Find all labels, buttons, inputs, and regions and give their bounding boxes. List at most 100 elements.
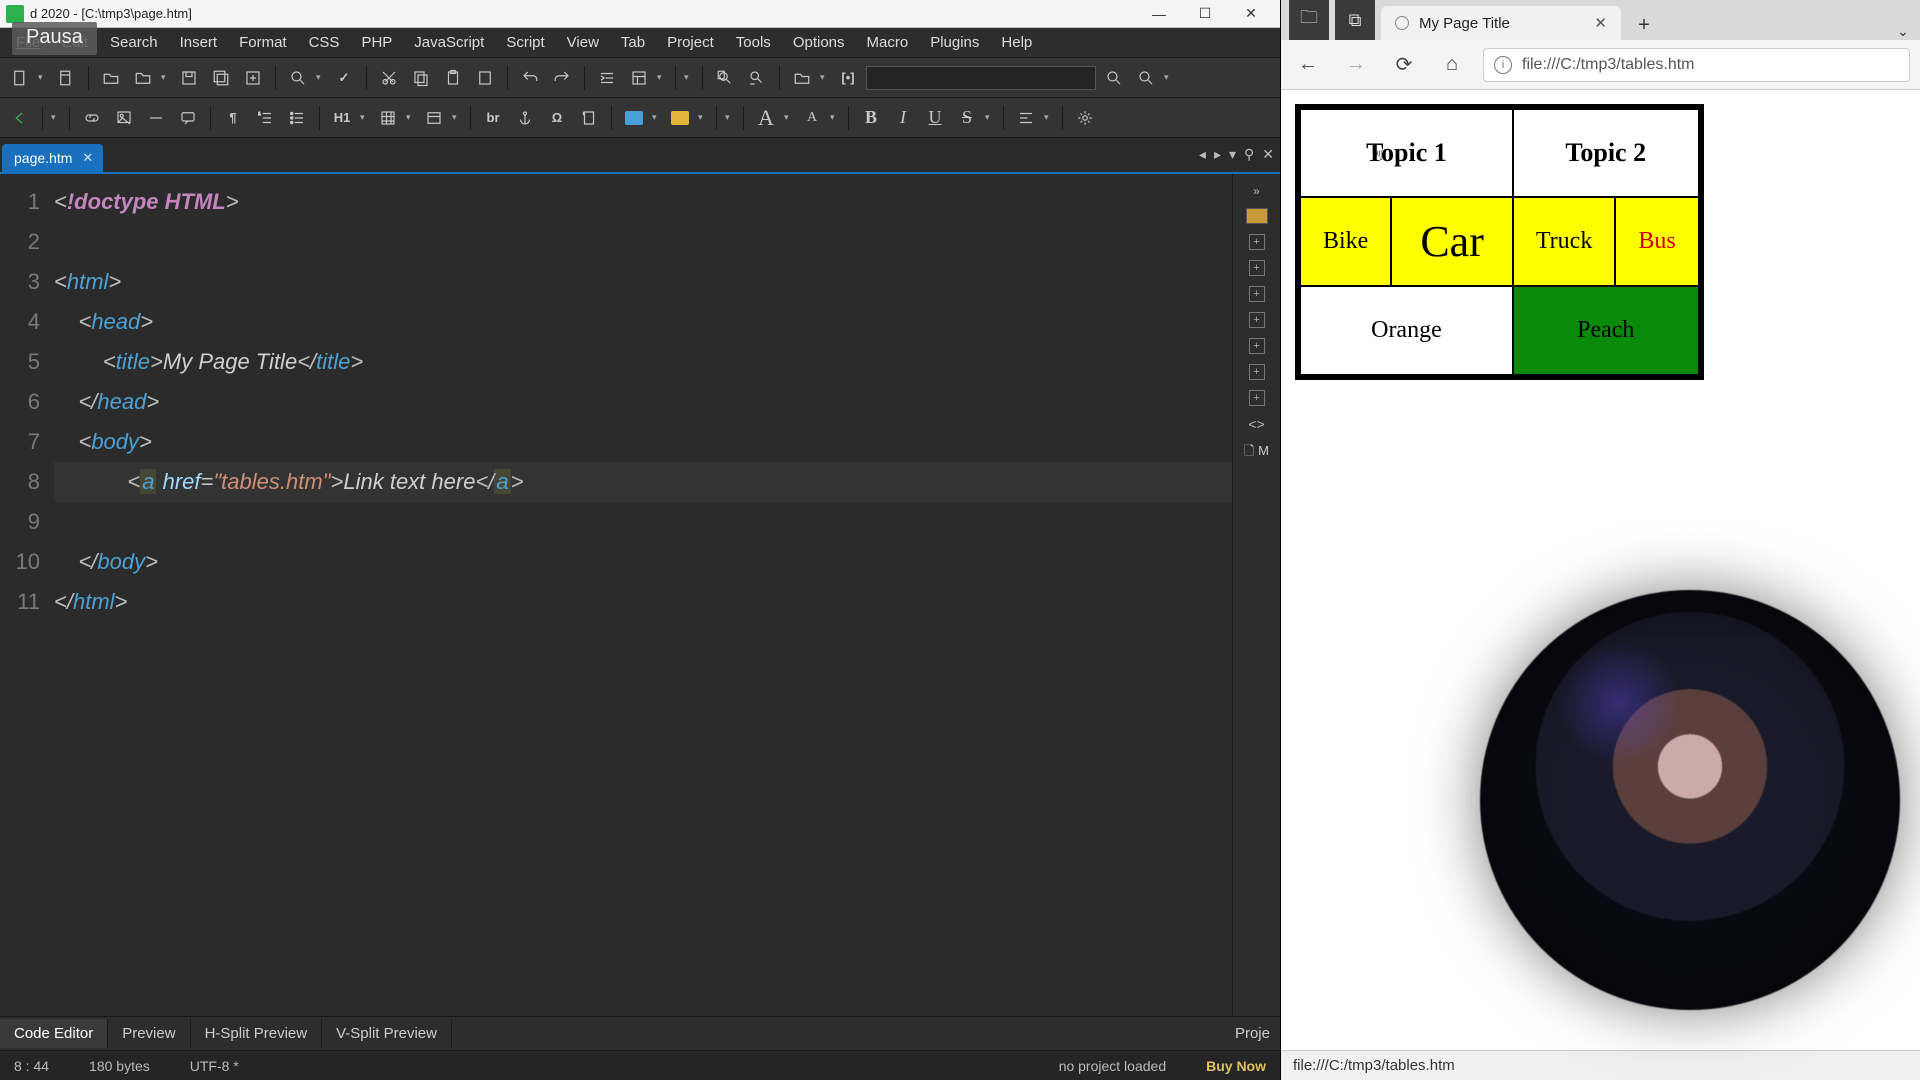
redo-button[interactable] (548, 64, 576, 92)
insert-comment-button[interactable] (174, 104, 202, 132)
bracket-button[interactable]: [•] (834, 64, 862, 92)
browser-new-tab-button[interactable]: + (1627, 10, 1661, 40)
cut-button[interactable] (375, 64, 403, 92)
window-close-button[interactable]: ✕ (1228, 0, 1274, 28)
window-maximize-button[interactable]: ☐ (1182, 0, 1228, 28)
save-all-button[interactable] (207, 64, 235, 92)
tab-close-all-icon[interactable]: ✕ (1262, 146, 1274, 163)
browser-back-button[interactable]: ← (1291, 48, 1325, 82)
br-button[interactable]: br (479, 104, 507, 132)
indent-button[interactable] (593, 64, 621, 92)
omega-button[interactable]: Ω (543, 104, 571, 132)
text-style-dropdown[interactable]: ▾ (985, 112, 995, 123)
layout-button[interactable] (625, 64, 653, 92)
menu-php[interactable]: PHP (351, 30, 402, 55)
bold-button[interactable]: B (857, 104, 885, 132)
undo-button[interactable] (516, 64, 544, 92)
site-info-icon[interactable]: i (1494, 56, 1512, 74)
menu-script[interactable]: Script (496, 30, 554, 55)
highlight-dropdown-1[interactable]: ▾ (652, 112, 662, 123)
code-line-5[interactable]: <title>My Page Title</title> (54, 342, 1232, 382)
open-button[interactable] (97, 64, 125, 92)
dock-code-icon[interactable]: <> (1248, 416, 1264, 432)
menu-insert[interactable]: Insert (170, 30, 228, 55)
menu-css[interactable]: CSS (299, 30, 350, 55)
tab-prev-icon[interactable]: ◂ (1199, 146, 1206, 163)
dock-plus-7[interactable]: + (1249, 390, 1265, 406)
search-next-button[interactable] (1100, 64, 1128, 92)
code-line-11[interactable]: </html> (54, 582, 1232, 622)
table-header-1[interactable]: Topic 1 (1300, 109, 1513, 197)
dock-expand-icon[interactable]: » (1253, 184, 1260, 198)
menu-project[interactable]: Project (657, 30, 724, 55)
bottom-tab-v-split-preview[interactable]: V-Split Preview (322, 1019, 452, 1048)
code-line-3[interactable]: <html> (54, 262, 1232, 302)
paste-button[interactable] (439, 64, 467, 92)
open-dropdown[interactable]: ▾ (161, 72, 171, 83)
align-button[interactable] (1012, 104, 1040, 132)
menu-edit[interactable]: Edit (52, 30, 98, 55)
font-size-down-button[interactable]: A (798, 104, 826, 132)
save-as-button[interactable] (239, 64, 267, 92)
code-line-6[interactable]: </head> (54, 382, 1232, 422)
script-button[interactable] (575, 104, 603, 132)
menu-view[interactable]: View (557, 30, 609, 55)
new-file-button[interactable] (6, 64, 34, 92)
new-file-dropdown[interactable]: ▾ (38, 72, 48, 83)
nav-dropdown[interactable]: ▾ (51, 112, 61, 123)
save-button[interactable] (175, 64, 203, 92)
style-dropdown[interactable]: ▾ (725, 112, 735, 123)
menu-macro[interactable]: Macro (857, 30, 919, 55)
buy-now-link[interactable]: Buy Now (1206, 1058, 1266, 1074)
project-open-button[interactable] (788, 64, 816, 92)
search-dropdown[interactable]: ▾ (1164, 72, 1174, 83)
browser-tabs-menu-icon[interactable]: ⌄ (1886, 23, 1920, 40)
dock-plus-3[interactable]: + (1249, 286, 1265, 302)
copy-button[interactable] (407, 64, 435, 92)
bottom-tab-preview[interactable]: Preview (108, 1019, 190, 1048)
form-dropdown[interactable]: ▾ (452, 112, 462, 123)
ordered-list-button[interactable]: 1 (251, 104, 279, 132)
browser-tab-close-icon[interactable]: ✕ (1594, 14, 1607, 32)
browser-forward-button[interactable]: → (1339, 48, 1373, 82)
dock-plus-6[interactable]: + (1249, 364, 1265, 380)
unordered-list-button[interactable] (283, 104, 311, 132)
highlight-color-button[interactable] (666, 104, 694, 132)
dock-plus-2[interactable]: + (1249, 260, 1265, 276)
insert-hr-button[interactable] (142, 104, 170, 132)
font-size-down-dropdown[interactable]: ▾ (830, 112, 840, 123)
insert-form-button[interactable] (420, 104, 448, 132)
dock-folder-icon[interactable] (1246, 208, 1268, 224)
browser-tab-active[interactable]: My Page Title ✕ (1381, 6, 1621, 40)
underline-button[interactable]: U (921, 104, 949, 132)
tab-next-icon[interactable]: ▸ (1214, 146, 1221, 163)
address-bar[interactable]: i file:///C:/tmp3/tables.htm (1483, 48, 1910, 82)
quick-search-input[interactable] (866, 66, 1096, 90)
code-line-2[interactable] (54, 222, 1232, 262)
browser-home-button[interactable]: ⌂ (1435, 48, 1469, 82)
tab-pin-icon[interactable]: ⚲ (1244, 146, 1254, 163)
tab-list-icon[interactable]: ▾ (1229, 146, 1236, 163)
menu-plugins[interactable]: Plugins (920, 30, 989, 55)
strike-button[interactable]: S (953, 104, 981, 132)
menu-help[interactable]: Help (991, 30, 1042, 55)
bottom-tab-h-split-preview[interactable]: H-Split Preview (191, 1019, 323, 1048)
open-folder-button[interactable] (129, 64, 157, 92)
replace-button[interactable] (743, 64, 771, 92)
menu-format[interactable]: Format (229, 30, 297, 55)
heading-button[interactable]: H1 (328, 104, 356, 132)
dock-plus-5[interactable]: + (1249, 338, 1265, 354)
highlight-dropdown-2[interactable]: ▾ (698, 112, 708, 123)
code-line-10[interactable]: </body> (54, 542, 1232, 582)
find-in-files-button[interactable] (711, 64, 739, 92)
new-doc-button[interactable] (52, 64, 80, 92)
find-button[interactable] (284, 64, 312, 92)
search-prev-button[interactable] (1132, 64, 1160, 92)
code-line-9[interactable] (54, 502, 1232, 542)
project-dropdown[interactable]: ▾ (820, 72, 830, 83)
font-size-up-dropdown[interactable]: ▾ (784, 112, 794, 123)
italic-button[interactable]: I (889, 104, 917, 132)
code-line-4[interactable]: <head> (54, 302, 1232, 342)
window-minimize-button[interactable]: — (1136, 0, 1182, 28)
misc-dropdown[interactable]: ▾ (684, 72, 694, 83)
